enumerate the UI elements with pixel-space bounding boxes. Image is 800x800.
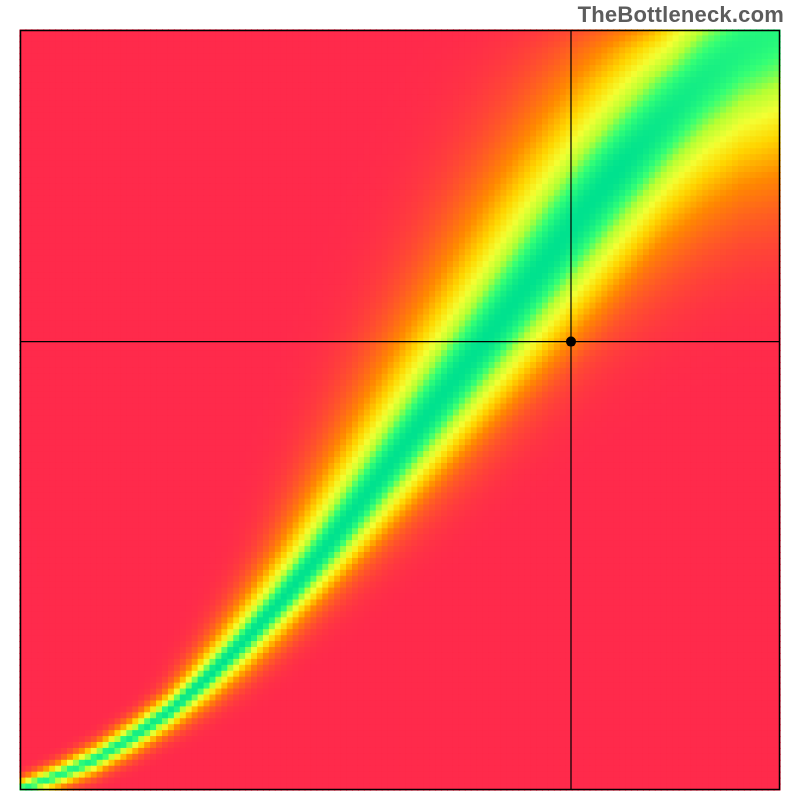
heatmap-canvas <box>0 0 800 800</box>
watermark-text: TheBottleneck.com <box>578 2 784 28</box>
chart-container: TheBottleneck.com <box>0 0 800 800</box>
